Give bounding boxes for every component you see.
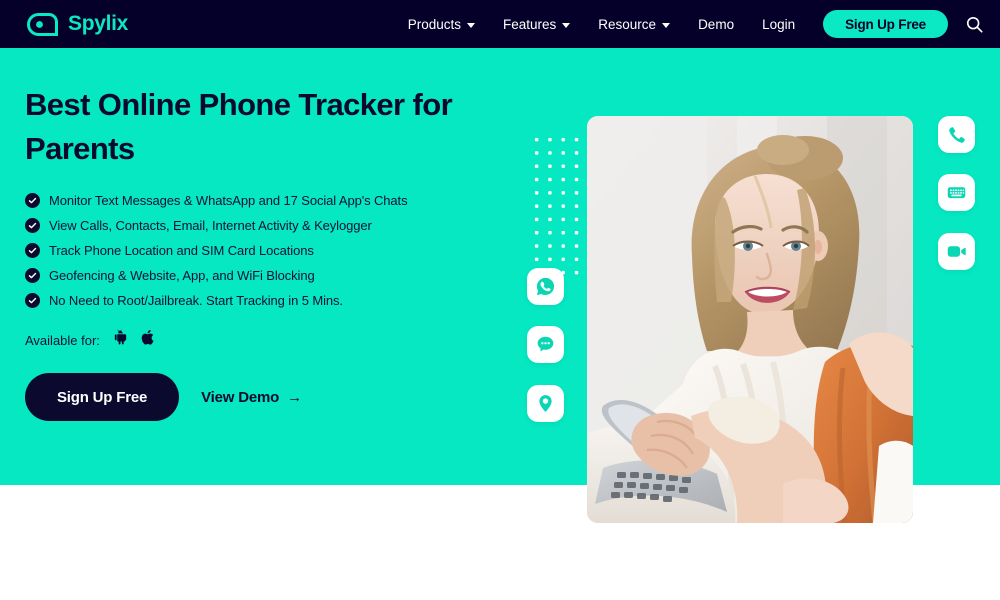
list-item-label: Geofencing & Website, App, and WiFi Bloc… (49, 268, 315, 283)
nav-item-login[interactable]: Login (748, 17, 809, 32)
hero-copy: Best Online Phone Tracker for Parents Mo… (25, 83, 525, 421)
arrow-right-icon: → (287, 388, 302, 406)
list-item-label: Monitor Text Messages & WhatsApp and 17 … (49, 193, 408, 208)
check-circle-icon (25, 268, 40, 283)
check-circle-icon (25, 243, 40, 258)
spylix-bubble-logo-icon (25, 12, 59, 37)
list-item: No Need to Root/Jailbreak. Start Trackin… (25, 293, 525, 308)
view-demo-label: View Demo (201, 388, 280, 406)
list-item: Track Phone Location and SIM Card Locati… (25, 243, 525, 258)
availability-label: Available for: (25, 332, 100, 348)
nav-signup-free-button[interactable]: Sign Up Free (823, 10, 948, 38)
android-icon (112, 329, 129, 351)
chevron-down-icon (562, 22, 571, 28)
nav-item-demo[interactable]: Demo (684, 17, 748, 32)
feature-bullet-list: Monitor Text Messages & WhatsApp and 17 … (25, 193, 525, 308)
list-item: Monitor Text Messages & WhatsApp and 17 … (25, 193, 525, 208)
location-pin-icon[interactable] (527, 385, 564, 422)
landing-page: Spylix Products Features Resource Demo L… (0, 0, 1000, 600)
top-navigation-bar: Spylix Products Features Resource Demo L… (0, 0, 1000, 48)
check-circle-icon (25, 218, 40, 233)
nav-item-resource-label: Resource (598, 16, 657, 32)
nav-item-features[interactable]: Features (489, 17, 584, 32)
check-circle-icon (25, 293, 40, 308)
video-camera-icon[interactable] (938, 233, 975, 270)
list-item: View Calls, Contacts, Email, Internet Ac… (25, 218, 525, 233)
list-item-label: Track Phone Location and SIM Card Locati… (49, 243, 314, 258)
chevron-down-icon (467, 22, 475, 28)
nav-item-demo-label: Demo (698, 16, 735, 32)
platform-icons (112, 329, 157, 351)
list-item: Geofencing & Website, App, and WiFi Bloc… (25, 268, 525, 283)
hero-signup-free-button[interactable]: Sign Up Free (25, 373, 180, 421)
list-item-label: View Calls, Contacts, Email, Internet Ac… (49, 218, 372, 233)
whatsapp-icon[interactable] (527, 268, 564, 305)
nav-item-features-label: Features (503, 16, 557, 32)
nav-item-resource[interactable]: Resource (584, 17, 684, 32)
nav-item-login-label: Login (762, 16, 796, 32)
brand-logo[interactable]: Spylix (25, 12, 128, 37)
keyboard-keylogger-icon[interactable] (938, 174, 975, 211)
brand-name: Spylix (68, 12, 129, 35)
list-item-label: No Need to Root/Jailbreak. Start Trackin… (49, 293, 343, 308)
phone-call-icon[interactable] (938, 116, 975, 153)
chevron-down-icon (662, 22, 671, 28)
check-circle-icon (25, 193, 40, 208)
availability-row: Available for: (25, 329, 525, 351)
nav-item-products[interactable]: Products (394, 17, 489, 32)
page-title: Best Online Phone Tracker for Parents (25, 87, 453, 166)
search-icon[interactable] (964, 14, 984, 34)
nav-item-products-label: Products (407, 16, 461, 32)
nav-links: Products Features Resource Demo Login Si… (394, 10, 1000, 38)
cta-row: Sign Up Free View Demo → (25, 373, 525, 421)
hero-photo (587, 116, 913, 523)
chat-bubble-icon[interactable] (527, 326, 564, 363)
view-demo-link[interactable]: View Demo → (201, 389, 302, 406)
apple-icon (140, 329, 157, 351)
